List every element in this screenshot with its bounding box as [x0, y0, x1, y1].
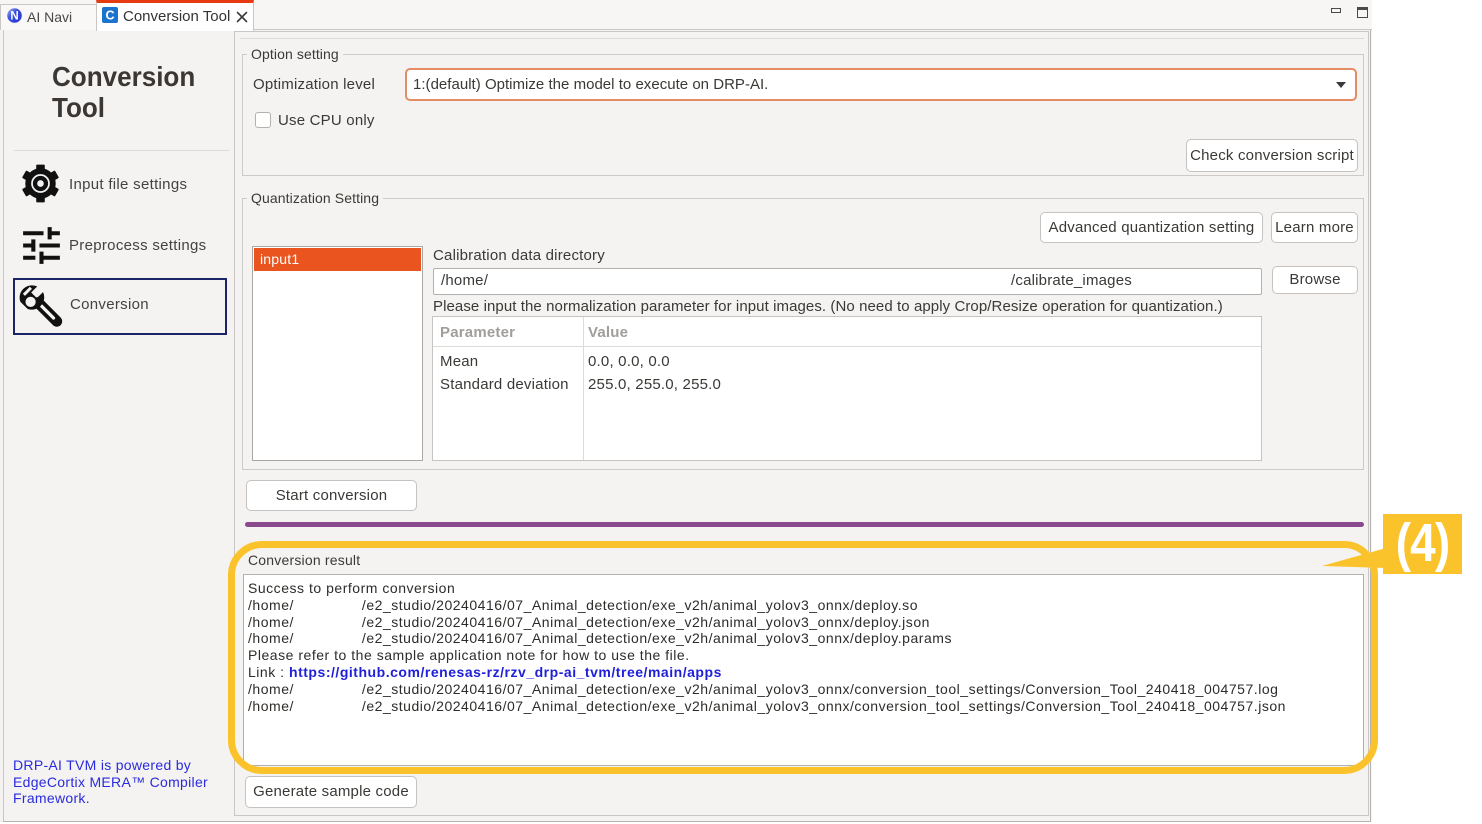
svg-text:C: C	[105, 9, 114, 23]
svg-text:N: N	[10, 11, 18, 23]
